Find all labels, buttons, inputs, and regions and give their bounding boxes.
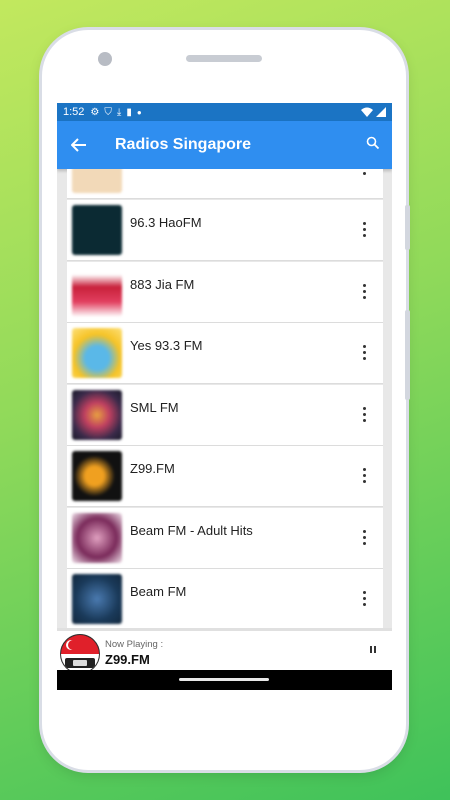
station-name: 96.3 HaoFM [130, 215, 202, 230]
more-options-button[interactable] [359, 406, 369, 422]
more-options-button[interactable] [359, 283, 369, 299]
front-camera [98, 52, 112, 66]
signal-icon [376, 107, 386, 117]
more-options-button[interactable] [359, 591, 369, 606]
station-name: Yes 93.3 FM [130, 338, 203, 353]
earpiece-speaker [186, 55, 262, 62]
search-button[interactable] [366, 136, 380, 155]
station-logo [72, 451, 122, 501]
now-playing-bar[interactable]: Now Playing : Z99.FM [57, 628, 392, 674]
search-icon [366, 136, 380, 150]
more-options-button[interactable] [359, 169, 369, 175]
wifi-icon [361, 107, 373, 117]
gear-icon: ⚙ [90, 106, 100, 118]
more-options-button[interactable] [359, 529, 369, 545]
more-options-button[interactable] [359, 468, 369, 483]
list-item[interactable]: Beam FM - Adult Hits [67, 507, 383, 569]
list-item[interactable]: SML FM [67, 384, 383, 446]
now-playing-label: Now Playing : [105, 639, 164, 650]
station-list[interactable]: 96.3 HaoFM 883 Jia FM Yes 93.3 FM SML FM… [57, 169, 392, 628]
list-item[interactable]: Beam FM [67, 569, 383, 628]
phone-power-button [405, 310, 410, 400]
app-screen: 1:52 ⚙ ⛉ ⤓ ▮ ● Radios Singapore 96.3 Hao… [57, 103, 392, 690]
status-time: 1:52 [63, 106, 85, 118]
more-options-button[interactable] [359, 345, 369, 360]
app-bar: Radios Singapore [57, 121, 392, 169]
station-logo [72, 328, 122, 378]
home-gesture-pill[interactable] [179, 678, 269, 681]
station-logo [72, 512, 122, 563]
now-playing-station: Z99.FM [105, 652, 150, 667]
list-item[interactable]: Yes 93.3 FM [67, 323, 383, 384]
pause-button[interactable] [370, 646, 376, 653]
more-options-button[interactable] [359, 222, 369, 237]
station-name: 883 Jia FM [130, 276, 195, 292]
station-name: Z99.FM [130, 461, 175, 476]
dot-icon: ● [136, 107, 142, 117]
station-logo [72, 389, 122, 440]
station-name: Beam FM - Adult Hits [130, 522, 253, 538]
phone-volume-button [405, 205, 410, 250]
list-item[interactable]: 96.3 HaoFM [67, 200, 383, 261]
arrow-back-icon [71, 138, 86, 152]
download-icon: ⤓ [116, 106, 122, 118]
shield-icon: ⛉ [104, 106, 112, 118]
list-item[interactable]: Z99.FM [67, 446, 383, 507]
station-name: SML FM [130, 399, 179, 415]
station-logo [72, 574, 122, 624]
status-bar: 1:52 ⚙ ⛉ ⤓ ▮ ● [57, 103, 392, 121]
station-logo [72, 205, 122, 255]
singapore-flag-radio-icon [60, 634, 100, 674]
list-item[interactable]: 883 Jia FM [67, 261, 383, 323]
station-name: Beam FM [130, 584, 187, 599]
list-item-partial[interactable] [67, 169, 383, 199]
status-right-icons [361, 107, 386, 117]
sd-card-icon: ▮ [126, 106, 132, 118]
system-nav-bar [57, 670, 392, 690]
pause-icon [370, 646, 372, 653]
station-logo [72, 266, 122, 317]
page-title: Radios Singapore [115, 136, 252, 153]
station-logo [72, 169, 122, 193]
back-button[interactable] [57, 138, 101, 152]
